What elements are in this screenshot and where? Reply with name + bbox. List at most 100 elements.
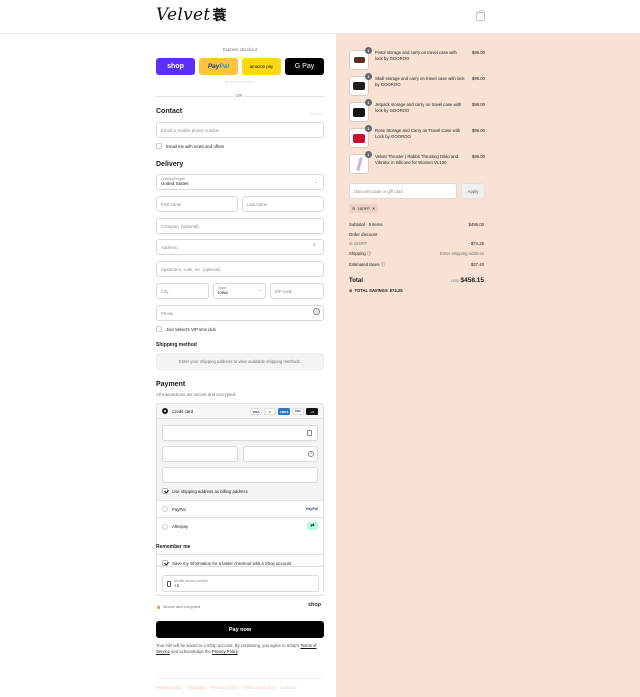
expiry-field[interactable] (162, 446, 238, 462)
email-field[interactable]: Email or mobile phone number (156, 122, 324, 138)
amazon-pay-button[interactable]: amazon pay (242, 58, 281, 75)
payment-subtitle: All transactions are secure and encrypte… (156, 392, 237, 397)
card-number-field[interactable] (162, 425, 318, 441)
card-fields-area: ? Use shipping address as billing addres… (157, 419, 323, 501)
mobile-phone-field[interactable]: Mobile phone number +1 (162, 575, 319, 592)
info-icon[interactable]: ⓘ (381, 262, 385, 267)
brand-logo[interactable]: Velvet 蓑 (156, 5, 227, 25)
apartment-field[interactable]: Apartment, suite, etc. (optional) (156, 261, 324, 277)
savings-value: $74.25 (389, 288, 403, 293)
shop-pay-button[interactable]: shop (156, 58, 195, 75)
amazon-pay-label: amazon pay (249, 64, 274, 69)
shopping-bag-icon[interactable] (476, 10, 485, 21)
discover-icon: DISC (292, 408, 304, 415)
last-name-field[interactable]: Last name (242, 196, 324, 212)
credit-card-radio[interactable] (162, 408, 168, 414)
header: Velvet 蓑 (0, 0, 640, 34)
contact-heading: Contact (156, 108, 183, 115)
first-name-placeholder: First name (161, 201, 182, 207)
afterpay-option[interactable]: Afterpay (157, 518, 323, 535)
paypal-radio[interactable] (162, 506, 168, 512)
save-info-row[interactable]: Save my information for a faster checkou… (162, 560, 291, 566)
more-options-link[interactable]: Show more options (156, 80, 324, 84)
shipping-label: Shipping (349, 251, 366, 256)
first-name-field[interactable]: First name (156, 196, 238, 212)
footer-shipping-link[interactable]: Shipping (188, 685, 205, 690)
city-field[interactable]: City (156, 283, 209, 299)
footer-privacy-link[interactable]: Privacy policy (211, 685, 237, 690)
case-image (353, 133, 365, 143)
discount-field[interactable]: Discount code or gift card (349, 183, 457, 199)
pay-now-button[interactable]: Pay now (156, 621, 324, 638)
info-icon[interactable]: ⓘ (367, 251, 371, 256)
tag-icon: ⊘ (349, 288, 353, 293)
footer-contact-link[interactable]: Contact (280, 685, 295, 690)
lock-icon: 🔒 (156, 604, 161, 609)
visa-icon: VISA (250, 408, 262, 415)
security-code-field[interactable] (243, 446, 318, 462)
taxes-row: Estimated taxes ⓘ $37.40 (349, 262, 484, 268)
subtotal-label: Subtotal · 5 items (349, 222, 383, 227)
state-value: Iowa (218, 290, 228, 296)
product-image (355, 156, 363, 172)
phone-field[interactable]: Phone (156, 305, 324, 321)
item-price: $99.00 (471, 102, 485, 107)
pay-now-label: Pay now (228, 626, 252, 633)
apartment-placeholder: Apartment, suite, etc. (optional) (161, 266, 221, 272)
order-discount-row: Order discount (349, 232, 484, 237)
mobile-value: +1 (174, 582, 180, 588)
order-item: 1 Jetpack storage and carry on travel ca… (349, 99, 489, 124)
country-select[interactable]: Country/Region United States (156, 174, 324, 190)
footer-refund-link[interactable]: Refund policy (156, 685, 182, 690)
city-placeholder: City (161, 288, 169, 294)
help-icon[interactable]: ? (308, 451, 314, 457)
help-icon[interactable]: ? (313, 308, 320, 315)
taxes-value: $37.40 (470, 262, 484, 267)
google-pay-button[interactable]: G Pay (285, 58, 324, 75)
zip-field[interactable]: ZIP code (270, 283, 324, 299)
sms-checkbox-row[interactable]: Join Velvet's VIP sms club (156, 326, 216, 332)
item-price: $99.00 (471, 154, 485, 159)
news-checkbox[interactable] (156, 143, 162, 149)
secure-text: Secure and encrypted (162, 604, 201, 609)
zip-placeholder: ZIP code (275, 288, 293, 294)
afterpay-label: Afterpay (172, 524, 189, 529)
paypal-button[interactable]: Pay Pal (199, 58, 238, 75)
legal-and: and acknowledge the (171, 649, 211, 655)
mastercard-icon: ● ● (264, 408, 276, 415)
checkout-page: Velvet 蓑 Express checkout shop Pay Pal ama… (0, 0, 640, 697)
company-field[interactable]: Company (optional) (156, 218, 324, 234)
billing-checkbox-row[interactable]: Use shipping address as billing address (162, 488, 248, 494)
phone-icon (167, 581, 171, 587)
name-on-card-field[interactable] (162, 467, 318, 483)
case-image (353, 107, 365, 117)
address-placeholder: Address (161, 244, 177, 250)
paypal-option[interactable]: PayPal (157, 501, 323, 518)
privacy-link[interactable]: Privacy Policy (212, 649, 238, 654)
afterpay-radio[interactable] (162, 523, 168, 530)
paypal-label-b: Pal (219, 63, 230, 70)
sms-checkbox[interactable] (156, 326, 162, 332)
phone-placeholder: Phone (161, 310, 174, 316)
apply-button[interactable]: Apply (461, 183, 485, 199)
address-field[interactable]: Address (156, 239, 324, 255)
quantity-badge: 1 (365, 47, 372, 54)
news-label: Email me with news and offers (166, 143, 225, 149)
taxes-label: Estimated taxes (349, 262, 380, 267)
discount-tag: ⊘ 15OFF ✕ (349, 204, 379, 213)
email-placeholder: Email or mobile phone number (161, 127, 220, 133)
footer-terms-link[interactable]: Terms of service (243, 685, 274, 690)
shipping-value: Enter shipping address (440, 251, 484, 256)
subtotal-value: $495.00 (468, 222, 484, 227)
shipping-notice: Enter your shipping address to view avai… (156, 353, 324, 370)
login-link[interactable]: Log in (311, 111, 322, 116)
sms-label: Join Velvet's VIP sms club (166, 326, 216, 332)
subtotal-row: Subtotal · 5 items $495.00 (349, 222, 484, 227)
remember-heading: Remember me (156, 544, 191, 550)
news-checkbox-row[interactable]: Email me with news and offers (156, 143, 224, 149)
afterpay-logo-icon: ⇄ (307, 522, 318, 530)
billing-checkbox[interactable] (162, 488, 168, 494)
save-info-checkbox[interactable] (162, 560, 168, 566)
close-icon[interactable]: ✕ (372, 206, 375, 211)
shop-logo: shop (308, 602, 322, 608)
